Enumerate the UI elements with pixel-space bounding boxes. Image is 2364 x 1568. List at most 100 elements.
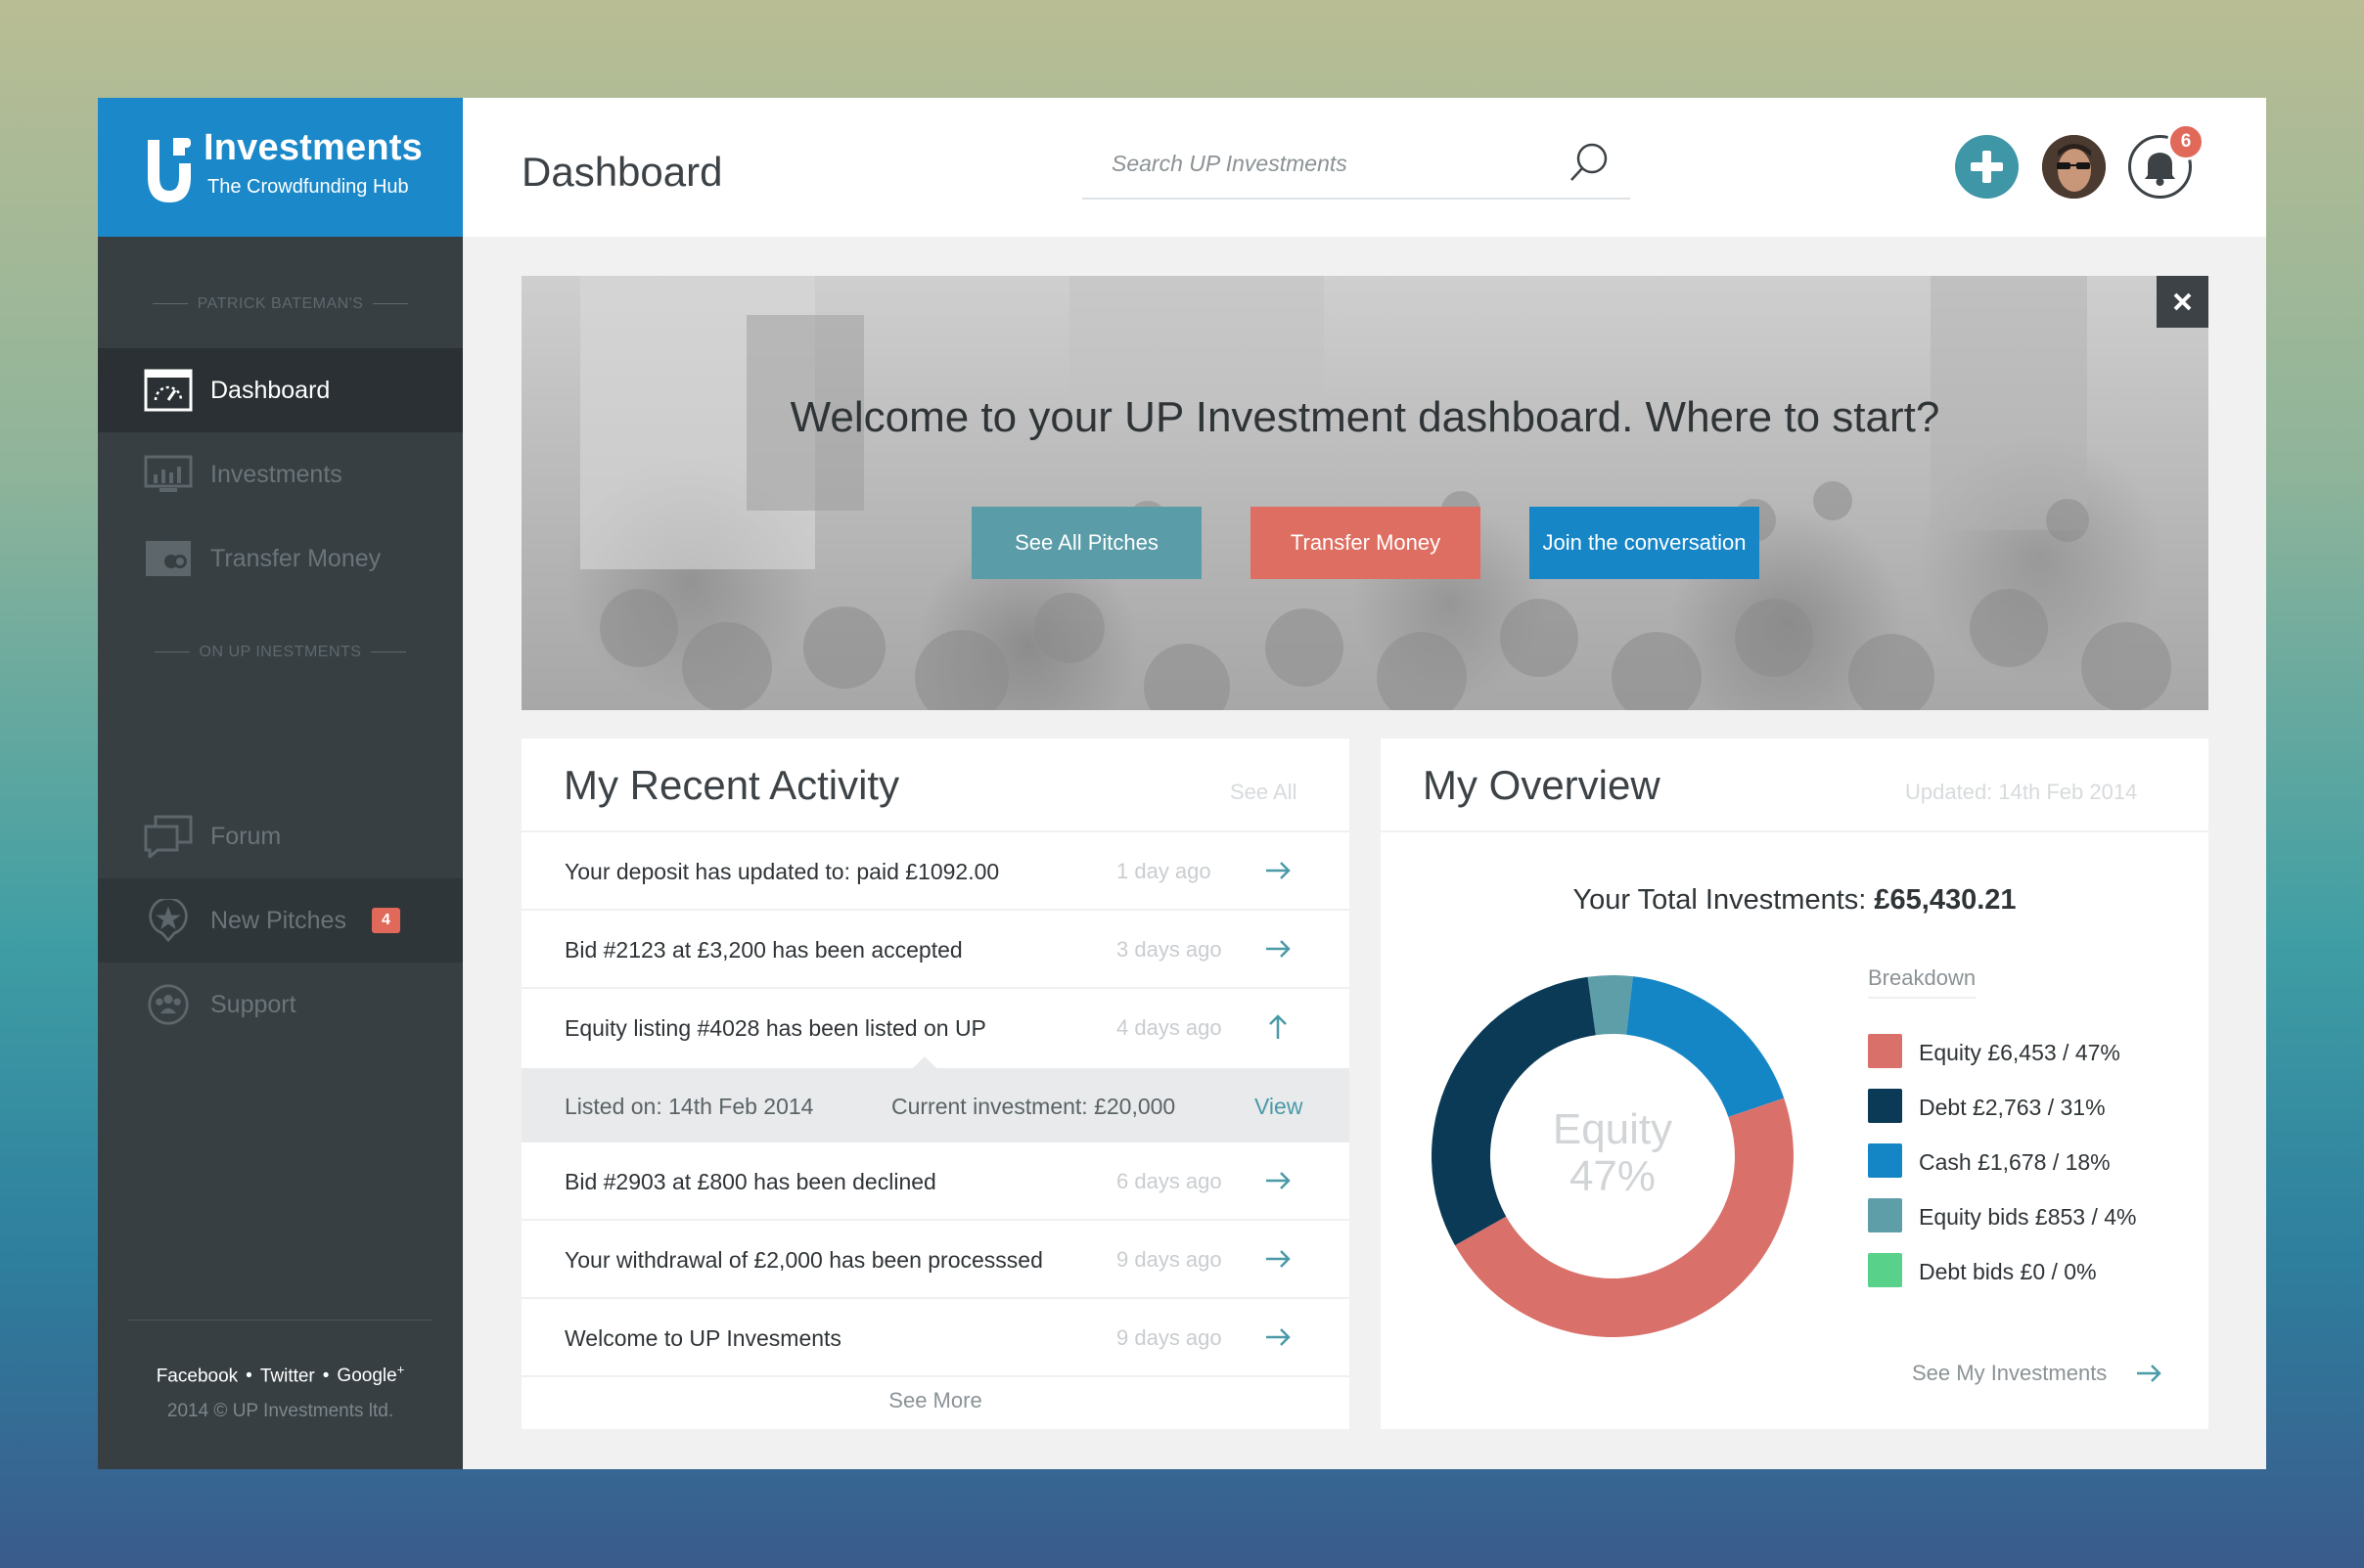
support-people-icon bbox=[148, 984, 189, 1025]
sidebar-item-support[interactable]: Support bbox=[98, 963, 463, 1047]
app-window: Investments The Crowdfunding Hub PATRICK… bbox=[98, 98, 2266, 1469]
activity-time: 9 days ago bbox=[1116, 1325, 1222, 1350]
activity-time: 1 day ago bbox=[1116, 859, 1211, 883]
star-pin-icon bbox=[149, 899, 188, 942]
activity-detail-panel: Listed on: 14th Feb 2014 Current investm… bbox=[522, 1056, 1349, 1142]
chat-bubbles-icon bbox=[144, 815, 193, 858]
activity-time: 6 days ago bbox=[1116, 1169, 1222, 1193]
arrow-right-icon[interactable] bbox=[1263, 1166, 1293, 1195]
sidebar-item-label: Transfer Money bbox=[210, 545, 382, 572]
activity-row[interactable]: Your deposit has updated to: paid £1092.… bbox=[522, 832, 1349, 911]
updated-date: Updated: 14th Feb 2014 bbox=[1905, 780, 2138, 804]
see-more-link[interactable]: See More bbox=[522, 1388, 1349, 1413]
activity-text: Equity listing #4028 has been listed on … bbox=[565, 1015, 986, 1041]
legend-text: Debt bids £0 / 0% bbox=[1919, 1259, 2097, 1284]
sidebar-divider bbox=[127, 1320, 432, 1321]
search-icon[interactable] bbox=[1568, 141, 1611, 184]
arrow-up-icon[interactable] bbox=[1263, 1012, 1293, 1042]
sidebar-item-label: New Pitches bbox=[210, 907, 346, 934]
search-bar bbox=[1082, 137, 1630, 200]
sidebar-item-dashboard[interactable]: Dashboard bbox=[98, 348, 463, 432]
activity-time: 3 days ago bbox=[1116, 937, 1222, 962]
page-title: Dashboard bbox=[522, 149, 723, 195]
legend-swatch bbox=[1868, 1143, 1902, 1178]
sidebar-item-investments[interactable]: Investments bbox=[98, 432, 463, 516]
activity-text: Your deposit has updated to: paid £1092.… bbox=[565, 859, 1000, 884]
activity-text: Your withdrawal of £2,000 has been proce… bbox=[565, 1247, 1043, 1273]
overview-card: My Overview Updated: 14th Feb 2014 Your … bbox=[1381, 739, 2208, 1429]
legend-swatch bbox=[1868, 1198, 1902, 1232]
user-photo-icon bbox=[2042, 135, 2106, 199]
arrow-right-icon[interactable] bbox=[1263, 856, 1293, 885]
wallet-icon bbox=[146, 541, 191, 576]
add-button[interactable] bbox=[1955, 135, 2019, 199]
new-pitches-badge: 4 bbox=[372, 908, 400, 933]
current-investment-text: Current investment: £20,000 bbox=[891, 1094, 1176, 1119]
activity-time: 4 days ago bbox=[1116, 1015, 1222, 1040]
plus-icon bbox=[1971, 151, 2003, 183]
facebook-link[interactable]: Facebook bbox=[157, 1366, 238, 1386]
sidebar-item-label: Dashboard bbox=[210, 377, 331, 404]
recent-activity-card: My Recent Activity See All Your deposit … bbox=[522, 739, 1349, 1429]
banner-close-button[interactable] bbox=[2157, 276, 2208, 328]
copyright: 2014 © UP Investments ltd. bbox=[166, 1401, 394, 1421]
sidebar-item-label: Support bbox=[210, 991, 296, 1018]
overview-title: My Overview bbox=[1423, 762, 1660, 808]
arrow-right-icon[interactable] bbox=[1263, 1322, 1293, 1352]
close-icon bbox=[2173, 292, 2192, 311]
google-link[interactable]: Google+ bbox=[337, 1363, 404, 1386]
dashboard-icon bbox=[144, 369, 193, 412]
join-conversation-button[interactable]: Join the conversation bbox=[1529, 507, 1759, 579]
brand-name: Investments bbox=[204, 127, 423, 168]
section-label-site: ON UP INESTMENTS bbox=[98, 644, 463, 661]
activity-row[interactable]: Your withdrawal of £2,000 has been proce… bbox=[522, 1221, 1349, 1299]
legend-swatch bbox=[1868, 1034, 1902, 1068]
arrow-right-icon[interactable] bbox=[1263, 1244, 1293, 1274]
activity-row[interactable]: Welcome to UP Invesments 9 days ago bbox=[522, 1299, 1349, 1377]
breakdown-label: Breakdown bbox=[1868, 965, 1977, 999]
twitter-link[interactable]: Twitter bbox=[260, 1366, 315, 1386]
activity-row[interactable]: Bid #2903 at £800 has been declined 6 da… bbox=[522, 1142, 1349, 1221]
legend-text: Equity bids £853 / 4% bbox=[1919, 1204, 2137, 1230]
arrow-right-icon[interactable] bbox=[2134, 1359, 2163, 1388]
donut-center-label: Equity bbox=[1552, 1105, 1673, 1153]
see-all-link[interactable]: See All bbox=[1230, 780, 1297, 805]
welcome-banner: Welcome to your UP Investment dashboard.… bbox=[522, 276, 2208, 710]
avatar[interactable] bbox=[2042, 135, 2106, 199]
donut-slice-cash bbox=[1626, 976, 1785, 1117]
sidebar: Investments The Crowdfunding Hub PATRICK… bbox=[98, 98, 463, 1469]
total-investments: Your Total Investments: £65,430.21 bbox=[1381, 884, 2208, 917]
arrow-right-icon[interactable] bbox=[1263, 934, 1293, 963]
donut-center-value: 47% bbox=[1568, 1152, 1657, 1200]
total-label: Your Total Investments: bbox=[1572, 884, 1867, 916]
sidebar-item-forum[interactable]: Forum bbox=[98, 794, 463, 878]
activity-text: Bid #2903 at £800 has been declined bbox=[565, 1169, 936, 1194]
investments-chart-icon bbox=[144, 455, 193, 492]
brand-header[interactable]: Investments The Crowdfunding Hub bbox=[98, 98, 463, 237]
sidebar-item-label: Investments bbox=[210, 461, 342, 488]
activity-text: Bid #2123 at £3,200 has been accepted bbox=[565, 937, 963, 963]
crowd-photo-background bbox=[580, 276, 2171, 710]
legend-swatch bbox=[1868, 1253, 1902, 1287]
search-input[interactable] bbox=[1112, 151, 1542, 177]
activity-row[interactable]: Bid #2123 at £3,200 has been accepted 3 … bbox=[522, 911, 1349, 989]
banner-title: Welcome to your UP Investment dashboard.… bbox=[790, 393, 1940, 441]
transfer-money-button[interactable]: Transfer Money bbox=[1250, 507, 1480, 579]
up-logo-icon bbox=[148, 138, 191, 202]
sidebar-item-new-pitches[interactable]: New Pitches 4 bbox=[98, 878, 463, 963]
listed-on-text: Listed on: 14th Feb 2014 bbox=[565, 1094, 814, 1119]
top-header: Dashboard Search UP Investments 6 bbox=[463, 98, 2266, 237]
section-label-user: PATRICK BATEMAN'S bbox=[98, 295, 463, 313]
sidebar-item-transfer-money[interactable]: Transfer Money bbox=[98, 516, 463, 601]
brand-tagline: The Crowdfunding Hub bbox=[207, 176, 409, 198]
see-all-pitches-button[interactable]: See All Pitches bbox=[972, 507, 1202, 579]
legend-text: Cash £1,678 / 18% bbox=[1919, 1149, 2111, 1175]
sidebar-item-label: Forum bbox=[210, 823, 282, 850]
see-my-investments-link[interactable]: See My Investments bbox=[1912, 1361, 2107, 1386]
activity-row[interactable]: Equity listing #4028 has been listed on … bbox=[522, 989, 1349, 1067]
total-value: £65,430.21 bbox=[1874, 884, 2017, 916]
view-link[interactable]: View bbox=[1254, 1094, 1302, 1120]
card-divider bbox=[1381, 830, 2208, 832]
activity-text: Welcome to UP Invesments bbox=[565, 1325, 841, 1351]
social-links: Facebook • Twitter • Google+ bbox=[156, 1363, 405, 1387]
